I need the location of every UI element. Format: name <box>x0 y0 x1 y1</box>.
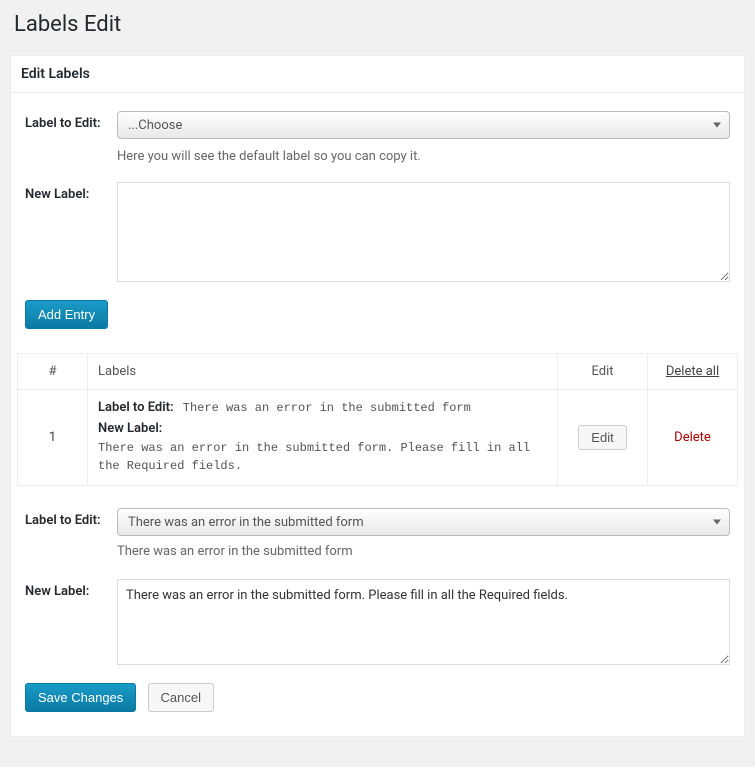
label-hint-text: Here you will see the default label so y… <box>117 145 421 164</box>
save-changes-button[interactable]: Save Changes <box>25 683 136 712</box>
add-entry-button[interactable]: Add Entry <box>25 300 108 329</box>
lower-label-to-edit-label: Label to Edit: <box>25 508 117 528</box>
page-title: Labels Edit <box>10 0 745 55</box>
panel-body: Label to Edit: ...Choose Here you will s… <box>11 93 744 736</box>
delete-link[interactable]: Delete <box>674 430 711 445</box>
lower-hint-text: There was an error in the submitted form <box>117 540 353 559</box>
table-row: 1 Label to Edit: There was an error in t… <box>18 390 738 486</box>
entries-table: # Labels Edit Delete all 1 Label to Edit… <box>17 353 738 486</box>
new-label-textarea[interactable] <box>117 182 730 282</box>
panel-title: Edit Labels <box>21 66 90 82</box>
panel-header[interactable]: Edit Labels <box>11 56 744 93</box>
cancel-button[interactable]: Cancel <box>148 683 214 712</box>
edit-labels-panel: Edit Labels Label to Edit: ...Choose <box>10 55 745 737</box>
col-num: # <box>18 354 88 390</box>
chevron-down-icon <box>713 520 721 525</box>
lower-new-label-label: New Label: <box>25 579 117 599</box>
row-new-label-value: There was an error in the submitted form… <box>98 439 547 475</box>
delete-all-link[interactable]: Delete all <box>666 364 719 379</box>
edit-button[interactable]: Edit <box>578 425 626 450</box>
lower-new-label-textarea[interactable] <box>117 579 730 665</box>
row-label-to-edit-value: There was an error in the submitted form <box>183 401 471 415</box>
select-value: ...Choose <box>128 118 182 133</box>
label-to-edit-select[interactable]: ...Choose <box>117 111 730 139</box>
row-label-to-edit-key: Label to Edit: <box>98 400 174 415</box>
chevron-down-icon <box>713 123 721 128</box>
lower-select-value: There was an error in the submitted form <box>128 515 364 530</box>
new-label-label: New Label: <box>25 182 117 202</box>
col-labels: Labels <box>88 354 558 390</box>
row-new-label-key: New Label: <box>98 421 162 436</box>
label-to-edit-label: Label to Edit: <box>25 111 117 131</box>
col-edit: Edit <box>558 354 648 390</box>
lower-label-to-edit-select[interactable]: There was an error in the submitted form <box>117 508 730 536</box>
row-num: 1 <box>18 390 88 486</box>
